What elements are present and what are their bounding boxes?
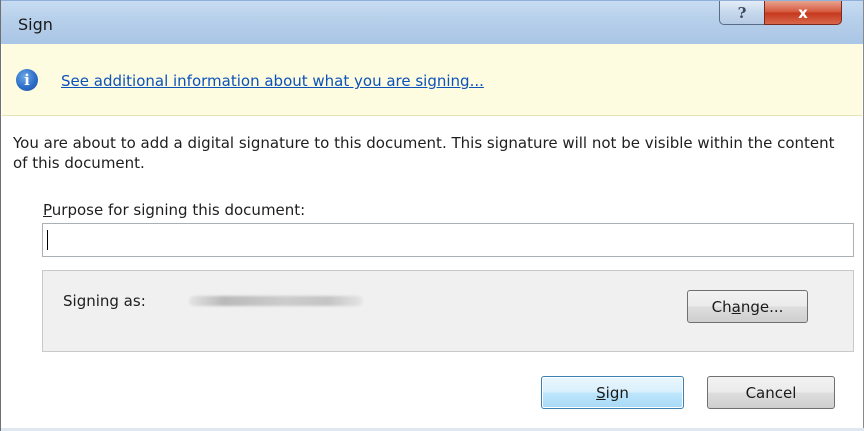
sign-button[interactable]: Sign [541, 376, 684, 409]
purpose-input[interactable] [42, 223, 854, 257]
help-icon: ? [737, 3, 747, 22]
purpose-label-text: urpose for signing this document: [51, 201, 306, 219]
change-label-b: nge... [740, 297, 784, 316]
help-button[interactable]: ? [719, 1, 765, 25]
signing-as-label: Signing as: [63, 292, 146, 310]
purpose-label-mnemonic: P [43, 201, 52, 219]
purpose-label: Purpose for signing this document: [43, 201, 305, 219]
change-label-a: Ch [711, 297, 732, 316]
info-icon: i [16, 69, 38, 91]
close-icon: x [798, 3, 808, 22]
additional-info-link[interactable]: See additional information about what yo… [61, 72, 484, 90]
signer-name-redacted [189, 296, 363, 306]
sign-label-mnemonic: S [596, 383, 606, 402]
change-label-mnemonic: a [731, 297, 741, 316]
change-button[interactable]: Ch a nge... [687, 290, 808, 323]
signature-description: You are about to add a digital signature… [13, 134, 835, 172]
cancel-label: Cancel [745, 383, 797, 402]
title-bar[interactable]: Sign ? x [1, 0, 863, 44]
sign-label-text: ign [605, 383, 629, 402]
close-button[interactable]: x [764, 1, 842, 25]
cancel-button[interactable]: Cancel [707, 376, 835, 409]
text-caret [47, 230, 48, 250]
sign-dialog: Sign ? x i See additional information ab… [0, 0, 864, 431]
window-title: Sign [18, 15, 53, 34]
info-bar: i See additional information about what … [2, 44, 862, 116]
